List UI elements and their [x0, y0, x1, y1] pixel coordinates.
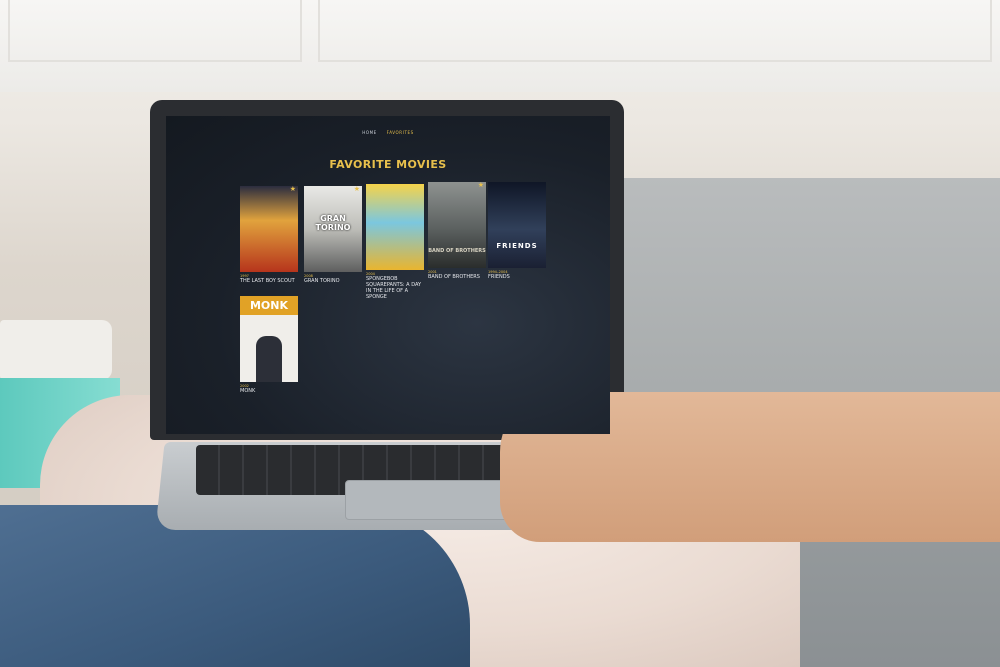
- movie-card[interactable]: ★ BAND OF BROTHERS 2001 BAND OF BROTHERS: [428, 182, 486, 280]
- laptop-screen: HOME FAVORITES FAVORITE MOVIES ★ 1997 TH…: [166, 116, 610, 434]
- movie-poster: ★ GRAN TORINO: [304, 186, 362, 272]
- movie-title: GRAN TORINO: [304, 278, 340, 284]
- poster-title: GRAN TORINO: [315, 214, 351, 232]
- movie-card[interactable]: ★ 1997 THE LAST BOY SCOUT: [240, 186, 298, 284]
- movie-card[interactable]: MONK 2002 MONK: [240, 296, 298, 394]
- favorite-star-icon[interactable]: ★: [354, 186, 360, 193]
- movie-title: FRIENDS: [488, 274, 510, 280]
- movie-title: MONK: [240, 388, 256, 394]
- poster-title: MONK: [249, 299, 289, 312]
- movie-poster: FRIENDS: [488, 182, 546, 268]
- wall-panel: [0, 0, 1000, 92]
- movie-title: THE LAST BOY SCOUT: [240, 278, 295, 284]
- movie-card[interactable]: 2004 SPONGEBOB SQUAREPANTS: A DAY IN THE…: [366, 184, 424, 300]
- stool-top: [0, 320, 112, 380]
- wall-frame: [8, 0, 302, 62]
- movie-title: SPONGEBOB SQUAREPANTS: A DAY IN THE LIFE…: [366, 276, 422, 300]
- movie-poster: ★: [240, 186, 298, 272]
- favorite-star-icon[interactable]: ★: [478, 182, 484, 189]
- movie-title: BAND OF BROTHERS: [428, 274, 480, 280]
- page-title: FAVORITE MOVIES: [329, 158, 447, 171]
- top-nav: HOME FAVORITES: [166, 130, 610, 135]
- movie-card[interactable]: ★ GRAN TORINO 2008 GRAN TORINO: [304, 186, 362, 284]
- wall-frame: [318, 0, 992, 62]
- favorite-star-icon[interactable]: ★: [290, 186, 296, 193]
- movie-poster: ★ BAND OF BROTHERS: [428, 182, 486, 268]
- poster-title: BAND OF BROTHERS: [428, 248, 486, 254]
- nav-home-link[interactable]: HOME: [362, 130, 377, 135]
- movie-poster: [366, 184, 424, 270]
- nav-favorites-link[interactable]: FAVORITES: [387, 130, 414, 135]
- poster-title: FRIENDS: [496, 242, 538, 250]
- movie-card[interactable]: FRIENDS 1994–2004 FRIENDS: [488, 182, 546, 280]
- poster-figure: [256, 336, 282, 382]
- movie-poster: MONK: [240, 296, 298, 382]
